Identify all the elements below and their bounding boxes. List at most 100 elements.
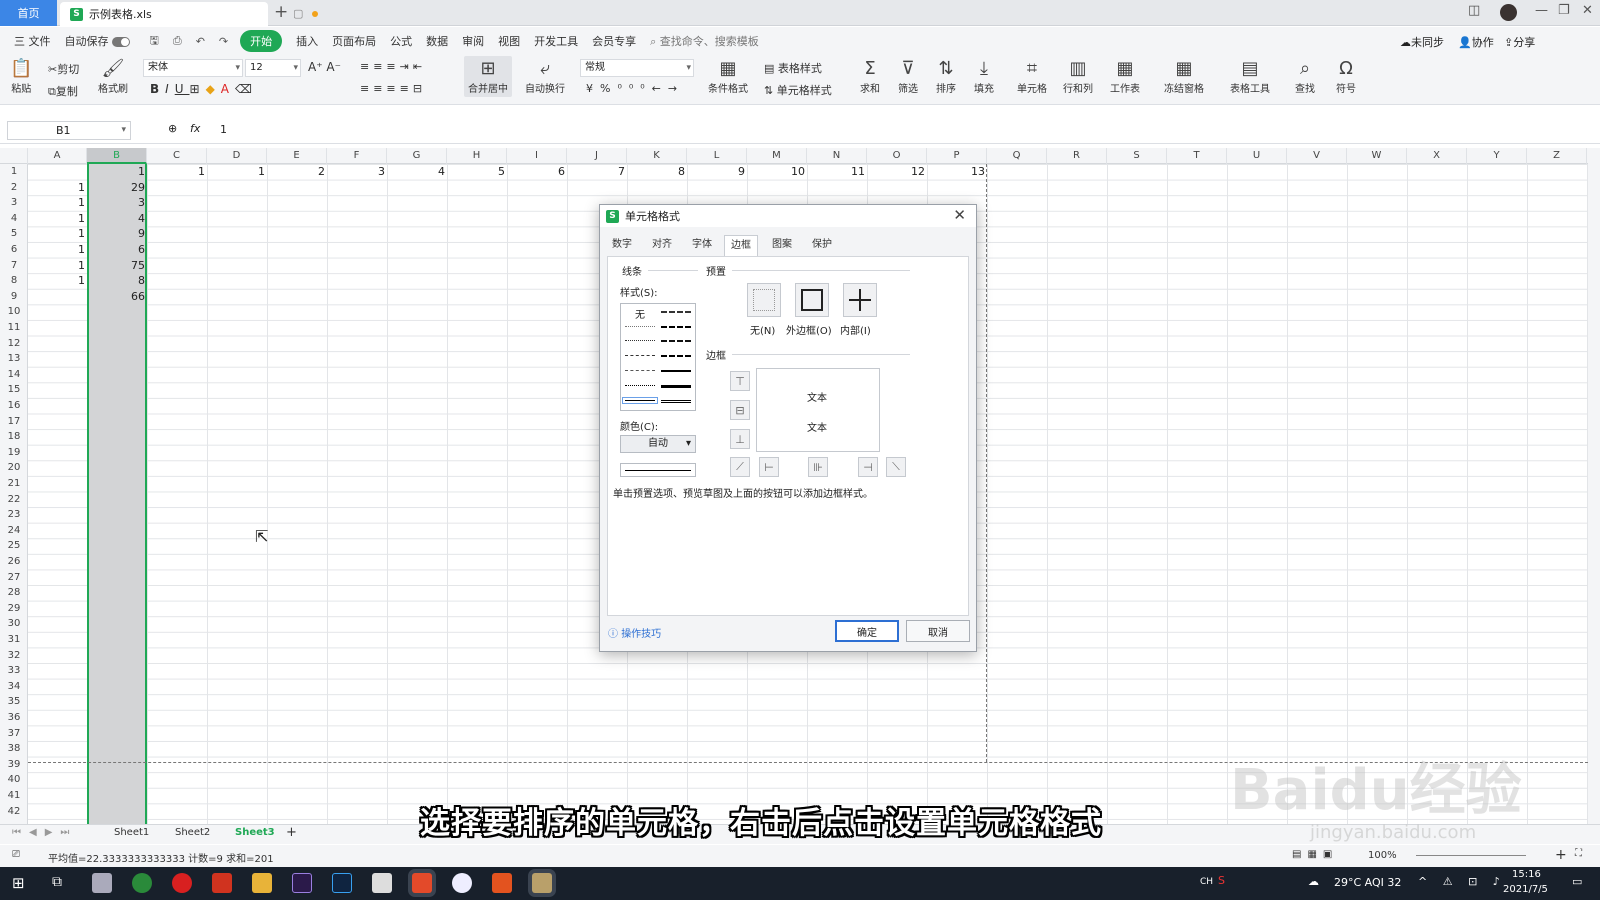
font-grow-icon[interactable]: A⁺ A⁻ (308, 60, 341, 74)
sort-button[interactable]: ⇅ 排序 (936, 58, 956, 95)
cell[interactable]: 12 (867, 164, 927, 180)
close-icon[interactable]: ✕ (1582, 3, 1593, 18)
tips-link[interactable]: ⓘ 操作技巧 (608, 625, 661, 640)
file-menu[interactable]: 三 文件 (14, 33, 51, 49)
cell[interactable]: 75 (87, 258, 147, 274)
sum-button[interactable]: Σ 求和 (860, 58, 880, 95)
row-header[interactable]: 17 (0, 414, 28, 430)
border-center-button[interactable]: ⊪ (808, 457, 828, 477)
row-header[interactable]: 29 (0, 601, 28, 617)
column-header-v[interactable]: V (1287, 148, 1347, 164)
border-diag-up-button[interactable]: ⟋ (730, 457, 750, 477)
cell[interactable]: 4 (87, 211, 147, 227)
cell[interactable]: 3 (87, 195, 147, 211)
sheet-tab-2[interactable]: Sheet2 (175, 827, 210, 838)
clock-time[interactable]: 15:16 (1512, 869, 1541, 880)
find-button[interactable]: ⌕ 查找 (1295, 58, 1315, 95)
row-header[interactable]: 33 (0, 663, 28, 679)
line-style-none[interactable]: 无 (635, 306, 645, 321)
column-header-e[interactable]: E (267, 148, 327, 164)
symbol-button[interactable]: Ω 符号 (1336, 58, 1356, 95)
cell[interactable]: 1 (87, 164, 147, 180)
cell[interactable]: 1 (28, 180, 87, 196)
wps-icon[interactable] (212, 873, 232, 893)
tab-number[interactable]: 数字 (606, 235, 638, 255)
cell[interactable]: 66 (87, 289, 147, 305)
border-left-button[interactable]: ⊢ (759, 457, 779, 477)
line-style-list[interactable]: 无 (620, 303, 696, 411)
avatar[interactable] (1500, 4, 1517, 21)
view-mode-icons[interactable]: ▤▦▣ (1292, 849, 1338, 860)
app-tray-icon[interactable]: S (1218, 874, 1225, 887)
wps-sheet-icon[interactable] (412, 873, 432, 893)
row-header[interactable]: 25 (0, 538, 28, 554)
border-preview[interactable]: 文本 文本 (756, 368, 880, 452)
row-header[interactable]: 24 (0, 523, 28, 539)
sheet-tab-3[interactable]: Sheet3 (235, 827, 275, 838)
column-header-a[interactable]: A (28, 148, 87, 164)
vertical-scrollbar[interactable] (1588, 148, 1600, 824)
row-header[interactable]: 22 (0, 492, 28, 508)
worksheet-button[interactable]: ▦ 工作表 (1110, 58, 1140, 95)
column-header-j[interactable]: J (567, 148, 627, 164)
dialog-title-bar[interactable]: S 单元格格式 (600, 205, 976, 227)
status-icon[interactable]: ⎚ (12, 849, 20, 860)
cell[interactable]: 3 (327, 164, 387, 180)
cell[interactable]: 1 (28, 195, 87, 211)
column-header-s[interactable]: S (1107, 148, 1167, 164)
column-header-m[interactable]: M (747, 148, 807, 164)
column-header-u[interactable]: U (1227, 148, 1287, 164)
fill-color-icon[interactable]: ◆ (206, 82, 221, 96)
ok-button[interactable]: 确定 (835, 620, 899, 642)
formula-input[interactable]: 1 (220, 123, 227, 136)
fullscreen-icon[interactable]: ⛶ (1575, 848, 1582, 859)
column-header-o[interactable]: O (867, 148, 927, 164)
row-header[interactable]: 1 (0, 164, 28, 180)
border-color-select[interactable]: 自动 (620, 435, 696, 453)
row-header[interactable]: 31 (0, 632, 28, 648)
cell[interactable]: 8 (627, 164, 687, 180)
cell[interactable]: 6 (507, 164, 567, 180)
column-header-r[interactable]: R (1047, 148, 1107, 164)
cell[interactable]: 1 (28, 226, 87, 242)
tab-developer[interactable]: 开发工具 (534, 33, 578, 49)
font-color-icon[interactable]: A (221, 82, 235, 96)
cell[interactable]: 1 (28, 242, 87, 258)
column-header-x[interactable]: X (1407, 148, 1467, 164)
cell[interactable]: 10 (747, 164, 807, 180)
cut-button[interactable]: ✂剪切 (48, 61, 79, 77)
row-header[interactable]: 8 (0, 273, 28, 289)
tab-home[interactable]: 开始 (240, 30, 283, 52)
row-header[interactable]: 5 (0, 226, 28, 242)
home-tab[interactable]: 首页 (0, 0, 57, 26)
column-header-l[interactable]: L (687, 148, 747, 164)
column-header-z[interactable]: Z (1527, 148, 1587, 164)
cell[interactable]: 2 (267, 164, 327, 180)
windows-start-icon[interactable]: ⊞ (12, 874, 25, 892)
notification-icon[interactable]: ▭ (1572, 875, 1582, 888)
preset-none-button[interactable] (747, 283, 781, 317)
app-icon-tool[interactable] (492, 873, 512, 893)
rowcol-button[interactable]: ▥ 行和列 (1063, 58, 1093, 95)
new-tab-button[interactable]: + (274, 2, 288, 22)
row-header[interactable]: 20 (0, 460, 28, 476)
column-header-i[interactable]: I (507, 148, 567, 164)
undo-icon[interactable]: ↶ (196, 35, 205, 48)
row-header[interactable]: 42 (0, 804, 28, 820)
select-all-corner[interactable] (0, 148, 28, 164)
row-header[interactable]: 11 (0, 320, 28, 336)
row-header[interactable]: 3 (0, 195, 28, 211)
tab-member[interactable]: 会员专享 (592, 33, 636, 49)
tab-font[interactable]: 字体 (686, 235, 718, 255)
cell[interactable]: 11 (807, 164, 867, 180)
tab-view[interactable]: 视图 (498, 33, 520, 49)
row-header[interactable]: 23 (0, 507, 28, 523)
name-box[interactable]: B1 (7, 121, 131, 140)
column-header-f[interactable]: F (327, 148, 387, 164)
collab-button[interactable]: 👤协作 (1458, 34, 1494, 50)
conditional-format-button[interactable]: ▦ 条件格式 (708, 58, 748, 95)
system-tray-icons[interactable]: ^ ⚠ ⊡ ♪ (1418, 875, 1506, 888)
cell[interactable]: 7 (567, 164, 627, 180)
weather-text[interactable]: 29°C AQI 32 (1334, 876, 1401, 889)
underline-icon[interactable]: U (175, 82, 190, 96)
